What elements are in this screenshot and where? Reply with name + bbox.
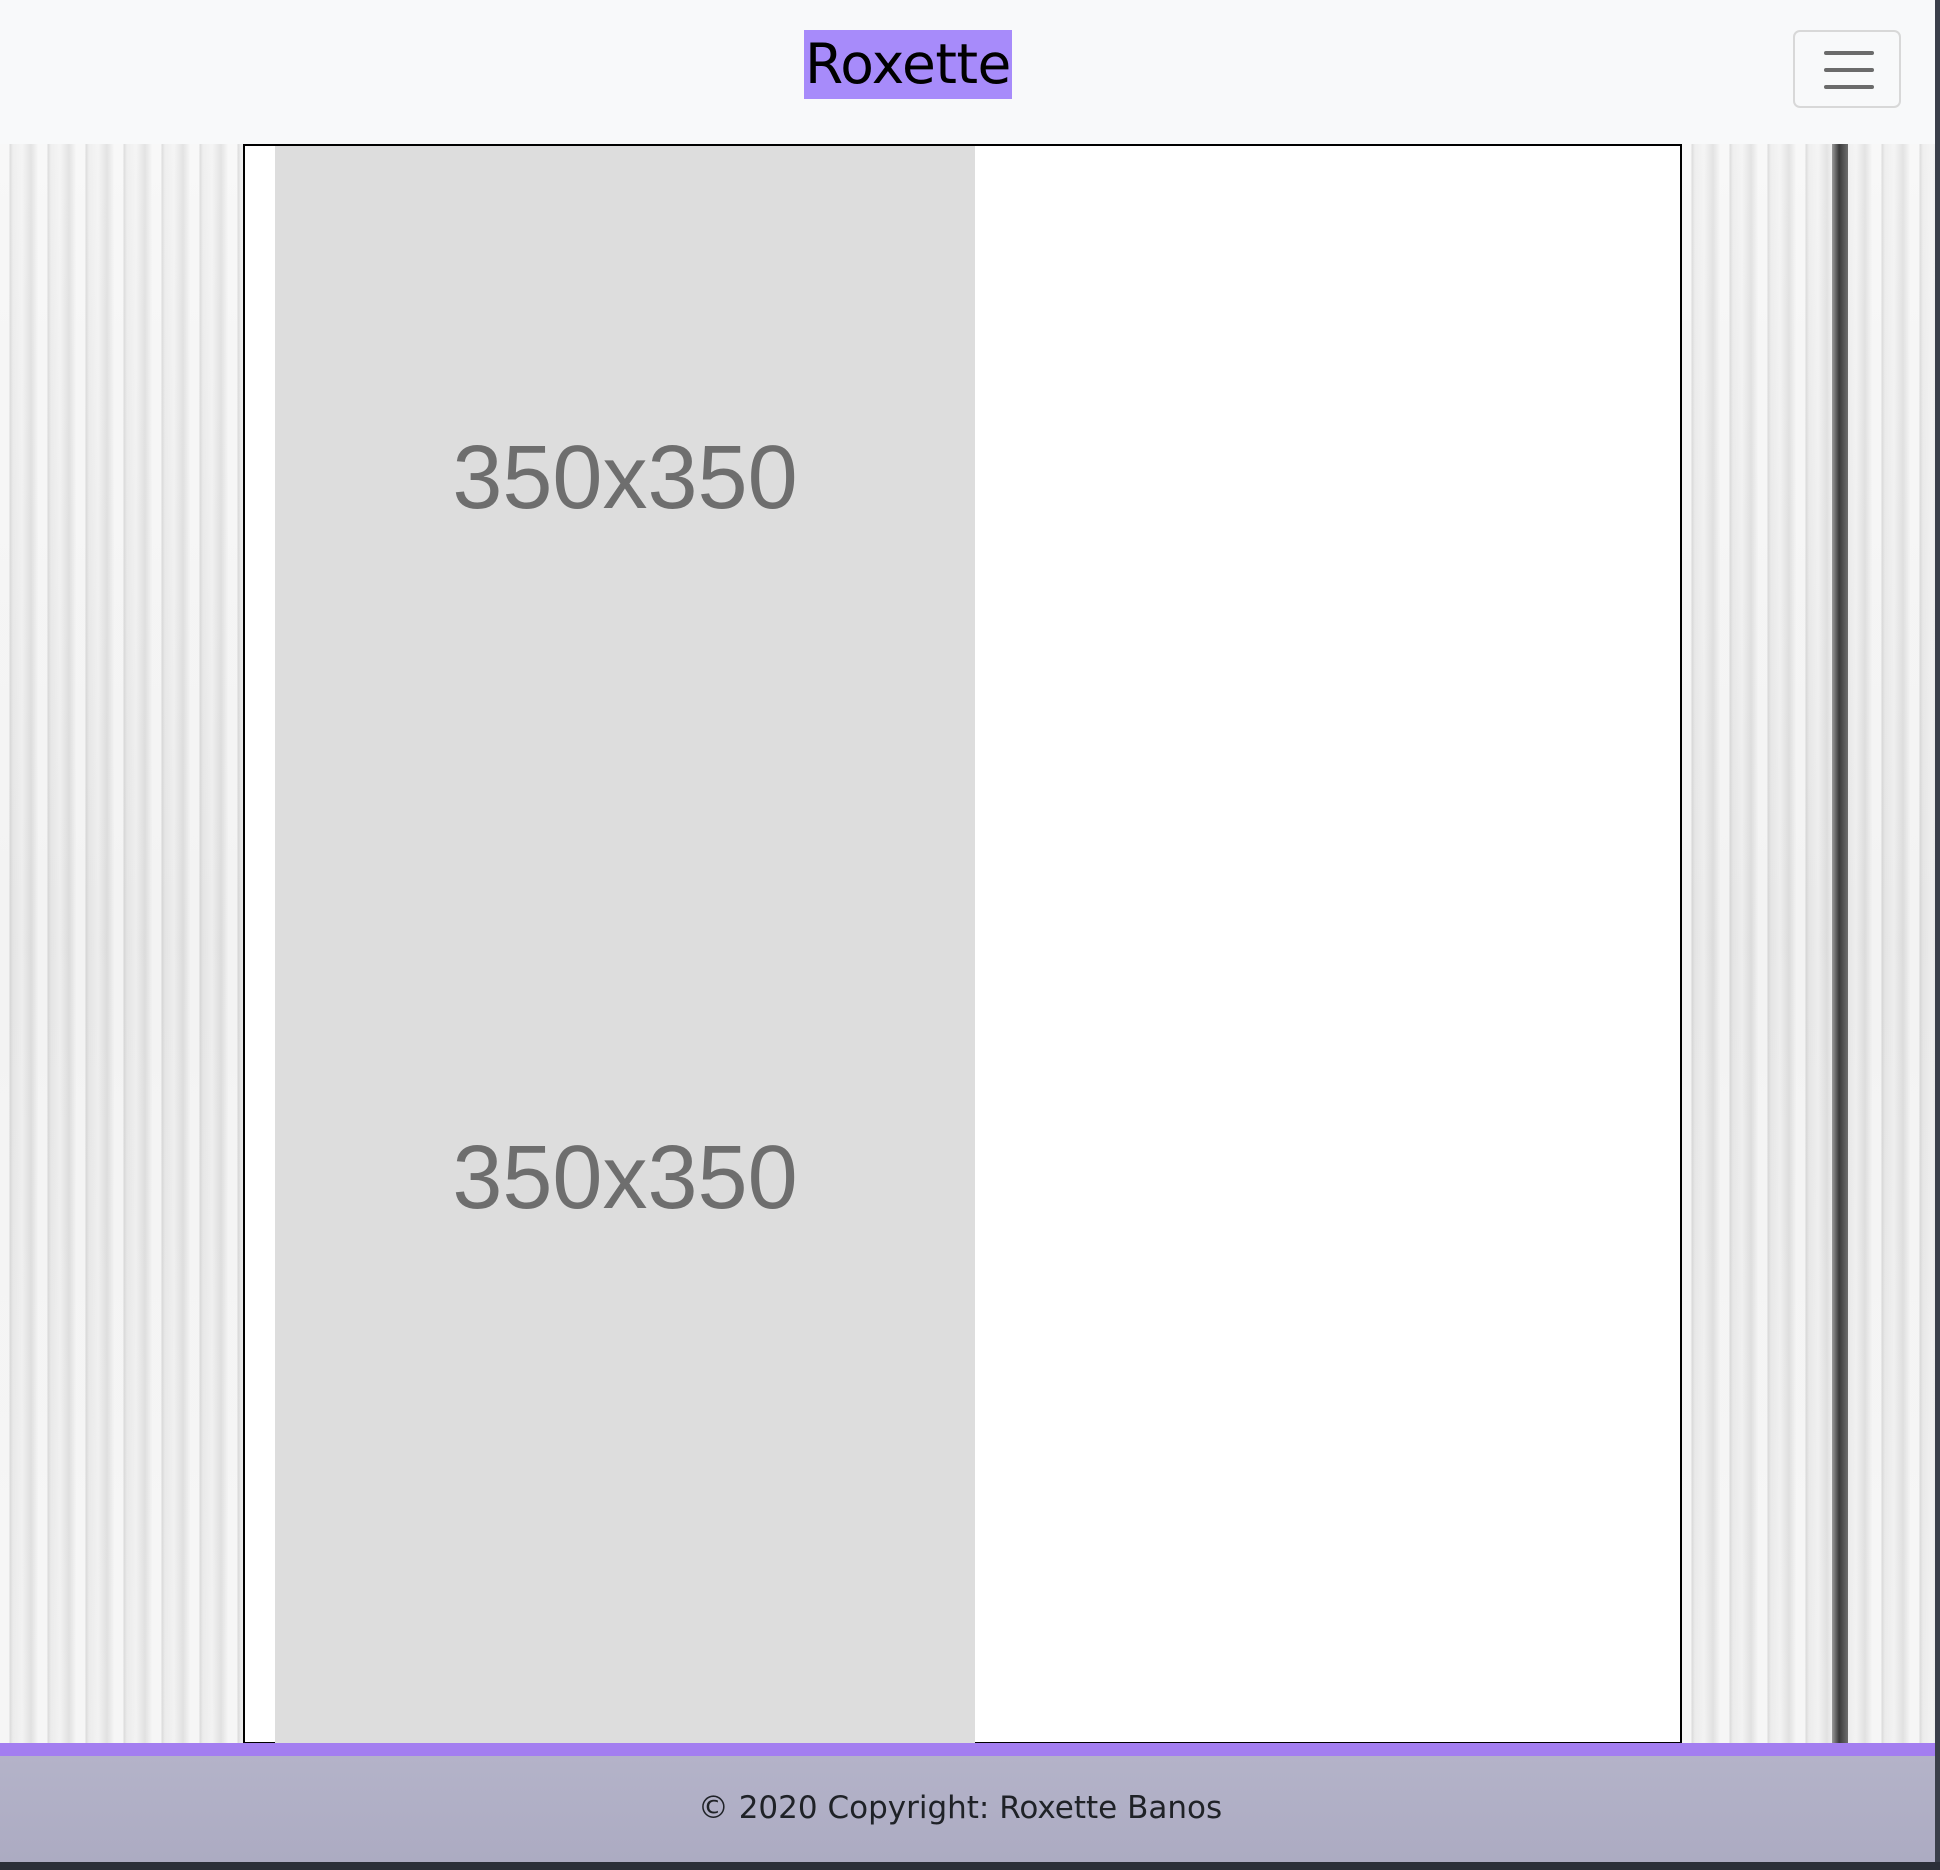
hamburger-menu-icon (1824, 51, 1874, 89)
window-edge (1935, 0, 1940, 1870)
placeholder-image-column: 350x350 350x350 (275, 146, 975, 1746)
placeholder-image-label: 350x350 (452, 1128, 798, 1228)
footer-accent-bar (0, 1743, 1935, 1756)
navbar: Roxette (0, 0, 1935, 144)
navbar-toggle-button[interactable] (1793, 30, 1901, 108)
wood-background-right (1682, 144, 1935, 1744)
wood-background-left (0, 144, 243, 1744)
footer: © 2020 Copyright: Roxette Banos (0, 1756, 1935, 1862)
brand-link[interactable]: Roxette (804, 30, 1012, 99)
footer-copyright: © 2020 Copyright: Roxette Banos (697, 1790, 1223, 1826)
window-bottom-edge (0, 1862, 1940, 1870)
main-content-panel: 350x350 350x350 (243, 144, 1682, 1746)
placeholder-image-label: 350x350 (452, 428, 798, 528)
